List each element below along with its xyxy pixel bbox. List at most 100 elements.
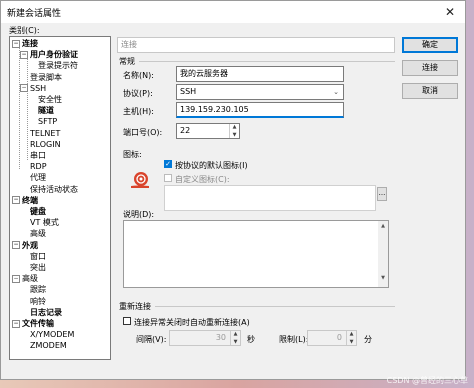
tree-item-label: 外观: [22, 240, 38, 250]
close-icon[interactable]: ✕: [441, 3, 459, 21]
tree-item[interactable]: 安全性: [38, 95, 62, 105]
tree-item[interactable]: 代理: [30, 173, 46, 183]
collapse-icon[interactable]: −: [12, 274, 20, 283]
tree-item[interactable]: 隧道: [38, 106, 54, 116]
collapse-icon[interactable]: −: [12, 241, 20, 250]
tree-item[interactable]: − 外观: [12, 241, 38, 251]
tree-item[interactable]: RDP: [30, 162, 47, 172]
custom-icon-checkbox[interactable]: [164, 174, 172, 182]
cancel-button[interactable]: 取消: [402, 83, 458, 99]
port-field[interactable]: 22 ▲ ▼: [176, 123, 240, 139]
icon-label: 图标:: [123, 150, 142, 159]
category-label: 类别(C):: [9, 26, 40, 35]
tree-item[interactable]: 登录脚本: [30, 73, 62, 83]
tree-item[interactable]: − SSH: [20, 84, 46, 94]
tree-item-label: 登录提示符: [38, 61, 78, 71]
custom-icon-preview: [164, 185, 376, 211]
connect-button[interactable]: 连接: [402, 60, 458, 76]
limit-stepper[interactable]: ▲ ▼: [346, 331, 356, 345]
tree-item-label: VT 模式: [30, 218, 59, 228]
tree-item-label: 代理: [30, 173, 46, 183]
snail-icon: [131, 172, 149, 188]
protocol-select[interactable]: SSH ⌄: [176, 84, 344, 100]
spin-down-icon[interactable]: ▼: [231, 338, 240, 345]
breadcrumb: 连接: [117, 37, 395, 53]
tree-item-label: ZMODEM: [30, 341, 67, 351]
host-field[interactable]: 139.159.230.105: [176, 102, 344, 118]
scroll-down-icon[interactable]: ▼: [378, 275, 388, 281]
tree-item[interactable]: − 用户身份验证: [20, 50, 78, 60]
tree-item[interactable]: − 连接: [12, 39, 38, 49]
tree-item[interactable]: SFTP: [38, 117, 57, 127]
spin-up-icon[interactable]: ▲: [230, 124, 239, 131]
tree-item[interactable]: 串口: [30, 151, 46, 161]
default-icon-checkbox[interactable]: ✓: [164, 160, 172, 168]
custom-icon-label: 自定义图标(C):: [175, 175, 230, 184]
tree-item[interactable]: − 终端: [12, 196, 38, 206]
port-stepper[interactable]: ▲ ▼: [229, 124, 239, 138]
host-label: 主机(H):: [123, 107, 154, 116]
category-tree[interactable]: − 连接 − 用户身份验证 登录提示符 登录脚本 − SSH 安全性 隧道 SFTP TELNET RL…: [9, 36, 111, 360]
tree-item-label: 用户身份验证: [30, 50, 78, 60]
name-label: 名称(N):: [123, 71, 154, 80]
reconnect-section-label: 重新连接: [119, 302, 151, 311]
interval-field[interactable]: 30 ▲ ▼: [169, 330, 241, 346]
tree-item[interactable]: 响铃: [30, 297, 46, 307]
description-scrollbar[interactable]: ▲ ▼: [378, 221, 388, 287]
tree-item[interactable]: ZMODEM: [30, 341, 67, 351]
collapse-icon[interactable]: −: [12, 319, 20, 328]
collapse-icon[interactable]: −: [12, 196, 20, 205]
collapse-icon[interactable]: −: [12, 39, 20, 48]
tree-item-label: 高级: [30, 229, 46, 239]
ok-button[interactable]: 确定: [402, 37, 458, 53]
tree-item[interactable]: 登录提示符: [38, 61, 78, 71]
tree-item[interactable]: TELNET: [30, 129, 60, 139]
description-label: 说明(D):: [123, 210, 155, 219]
tree-item-label: 日志记录: [30, 307, 62, 317]
description-textarea[interactable]: ▲ ▼: [123, 220, 389, 288]
window-title: 新建会话属性: [7, 9, 62, 19]
auto-reconnect-checkbox[interactable]: [123, 317, 131, 325]
limit-value: 0: [336, 333, 342, 342]
tree-item-label: SFTP: [38, 117, 58, 127]
tree-item[interactable]: 跟踪: [30, 285, 46, 295]
tree-item[interactable]: 键盘: [30, 207, 46, 217]
port-label: 端口号(O):: [123, 128, 163, 137]
tree-item[interactable]: 保持活动状态: [30, 185, 78, 195]
limit-label: 限制(L):: [279, 335, 309, 344]
tree-item-label: 响铃: [30, 296, 46, 306]
tree-item[interactable]: − 文件传输: [12, 319, 54, 329]
tree-item-label: 隧道: [38, 106, 54, 116]
tree-item[interactable]: 高级: [30, 229, 46, 239]
name-field[interactable]: 我的云服务器: [176, 66, 344, 82]
spin-down-icon[interactable]: ▼: [347, 338, 356, 345]
tree-item-label: 跟踪: [30, 285, 46, 295]
tree-item-label: 安全性: [38, 95, 62, 104]
tree-item[interactable]: 突出: [30, 263, 46, 273]
tree-item[interactable]: X/YMODEM: [30, 330, 74, 340]
watermark-text: CSDN @曾经的三心草: [386, 376, 468, 385]
spin-down-icon[interactable]: ▼: [230, 131, 239, 138]
tree-item[interactable]: RLOGIN: [30, 140, 61, 150]
limit-field[interactable]: 0 ▲ ▼: [307, 330, 357, 346]
tree-item-label: RDP: [30, 162, 47, 172]
tree-item-label: 串口: [30, 151, 46, 160]
seconds-label: 秒: [247, 335, 255, 344]
tree-item-label: 保持活动状态: [30, 184, 78, 194]
interval-stepper[interactable]: ▲ ▼: [230, 331, 240, 345]
tree-item[interactable]: − 高级: [12, 274, 38, 284]
tree-item[interactable]: 窗口: [30, 252, 46, 262]
spin-up-icon[interactable]: ▲: [231, 331, 240, 338]
collapse-icon[interactable]: −: [20, 50, 28, 59]
collapse-icon[interactable]: −: [20, 84, 28, 93]
scroll-up-icon[interactable]: ▲: [378, 223, 388, 229]
tree-item[interactable]: VT 模式: [30, 218, 59, 228]
tree-item-label: 连接: [22, 39, 38, 48]
tree-item-label: 文件传输: [22, 319, 54, 328]
interval-label: 间隔(V):: [136, 335, 167, 344]
spin-up-icon[interactable]: ▲: [347, 331, 356, 338]
tree-item[interactable]: 日志记录: [30, 308, 62, 318]
browse-icon-button[interactable]: ...: [377, 187, 387, 201]
chevron-down-icon: ⌄: [333, 88, 339, 96]
tree-item-label: 键盘: [30, 207, 46, 216]
